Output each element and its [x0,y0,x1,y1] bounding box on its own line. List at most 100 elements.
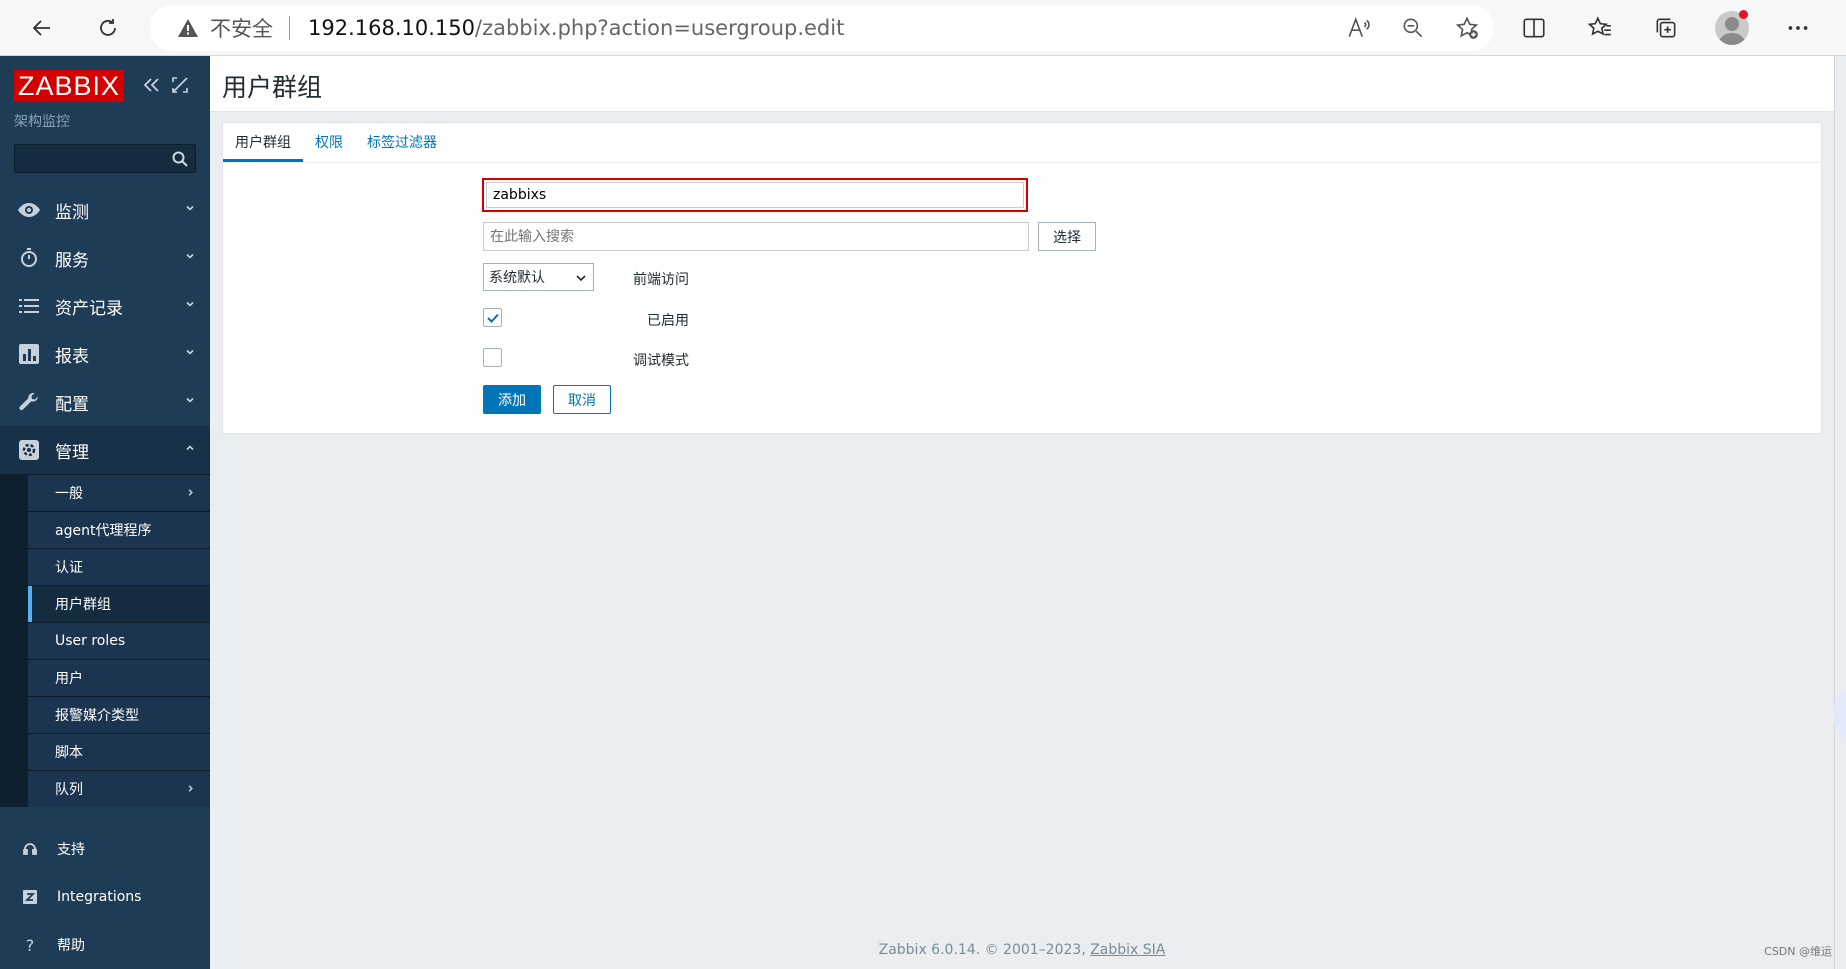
menu-item-reports[interactable]: 报表 [0,330,210,378]
help-icon: ? [25,935,35,955]
url-path: /zabbix.php?action=usergroup.edit [475,16,845,40]
bar-chart-icon [15,343,43,365]
zabbix-logo[interactable]: ZABBIX [14,70,125,102]
split-screen-icon[interactable] [1516,10,1552,46]
menu-item-configuration[interactable]: 配置 [0,378,210,426]
submenu-label: 一般 [55,486,83,502]
form-buttons-row: 添加 取消 [223,385,1821,415]
users-row: 用户 选择 [223,222,1821,252]
menu-label: Integrations [57,889,142,905]
collapse-sidebar-icon[interactable] [143,76,161,94]
address-divider [289,16,290,40]
tab-user-group[interactable]: 用户群组 [223,122,303,162]
sidebar-search[interactable] [14,144,196,173]
footer: Zabbix 6.0.14. © 2001–2023, Zabbix SIA [210,942,1834,958]
eye-icon [15,199,43,221]
sidebar-search-input[interactable] [15,145,165,172]
list-icon [15,295,43,317]
kiosk-mode-icon[interactable] [171,76,189,94]
group-name-row: *组名 [223,178,1821,212]
browser-toolbar: 不安全 192.168.10.150/zabbix.php?action=use… [0,0,1846,56]
menu-item-support[interactable]: 支持 [0,825,210,873]
read-aloud-icon[interactable] [1346,15,1372,41]
submenu-item-scripts[interactable]: 脚本 [28,733,210,770]
submenu-item-general[interactable]: 一般 [28,474,210,511]
url-host: 192.168.10.150 [308,16,475,40]
submenu-label: 脚本 [55,745,83,761]
page-header: 用户群组 [210,56,1834,112]
cancel-button[interactable]: 取消 [553,385,611,414]
chevron-down-icon [186,397,194,403]
add-button[interactable]: 添加 [483,385,541,414]
submenu-item-queue[interactable]: 队列 [28,770,210,807]
frontend-access-select[interactable]: 系统默认 [483,263,594,291]
submenu-item-users[interactable]: 用户 [28,659,210,696]
submenu-label: 认证 [55,560,83,576]
sidebar-subtitle: 架构监控 [14,114,70,130]
menu-item-integrations[interactable]: Integrations [0,873,210,921]
administration-submenu: 一般 agent代理程序 认证 用户群组 User roles 用户 报警媒介类… [0,474,210,807]
frontend-access-row: 前端访问 系统默认 [223,263,1821,293]
chevron-down-icon [576,275,586,282]
menu-label: 服务 [55,250,89,271]
menu-label: 管理 [55,442,89,463]
users-search-input[interactable] [483,222,1029,251]
menu-label: 支持 [57,842,85,858]
tab-permissions[interactable]: 权限 [303,122,355,162]
debug-mode-checkbox[interactable] [483,348,502,367]
menu-item-monitoring[interactable]: 监测 [0,186,210,234]
add-favorite-icon[interactable] [1454,15,1480,41]
menu-label: 报表 [55,346,89,367]
menu-label: 配置 [55,394,89,415]
wrench-icon [15,391,43,413]
gear-icon [15,439,43,461]
checkmark-icon [486,313,499,323]
menu-item-services[interactable]: 服务 [0,234,210,282]
search-icon[interactable] [171,150,189,168]
favorites-icon[interactable] [1582,10,1618,46]
select-users-button[interactable]: 选择 [1038,222,1096,251]
submenu-label: 报警媒介类型 [55,708,139,724]
form-panel: 用户群组 权限 标签过滤器 *组名 用户 选择 前端访问 系统默认 已启用 调试… [222,122,1822,434]
submenu-item-proxies[interactable]: agent代理程序 [28,511,210,548]
profile-avatar[interactable] [1714,10,1750,46]
chevron-down-icon [186,253,194,259]
submenu-label: 队列 [55,782,83,798]
submenu-label: 用户群组 [55,597,111,613]
tab-tag-filter[interactable]: 标签过滤器 [355,122,449,162]
submenu-label: agent代理程序 [55,523,152,539]
submenu-item-user-groups[interactable]: 用户群组 [28,585,210,622]
submenu-item-user-roles[interactable]: User roles [28,622,210,659]
footer-link[interactable]: Zabbix SIA [1090,942,1165,958]
debug-mode-row: 调试模式 [223,344,1821,374]
submenu-label: 用户 [55,671,83,687]
more-icon[interactable] [1780,10,1816,46]
insecure-label: 不安全 [210,17,273,41]
address-bar[interactable]: 不安全 192.168.10.150/zabbix.php?action=use… [150,5,1494,51]
group-name-input[interactable] [486,182,1024,208]
group-name-field[interactable] [482,178,1028,212]
submenu-item-media-types[interactable]: 报警媒介类型 [28,696,210,733]
refresh-icon[interactable] [90,10,126,46]
menu-label: 资产记录 [55,298,123,319]
frontend-access-value: 系统默认 [489,270,545,286]
collections-icon[interactable] [1648,10,1684,46]
headset-icon [19,841,41,857]
menu-item-help[interactable]: ? 帮助 [0,921,210,969]
enabled-checkbox[interactable] [483,308,502,327]
menu-item-inventory[interactable]: 资产记录 [0,282,210,330]
warning-icon [178,19,198,37]
back-arrow-icon[interactable] [24,10,60,46]
stopwatch-icon [15,247,43,269]
chevron-right-icon [188,785,193,792]
enabled-row: 已启用 [223,304,1821,334]
chevron-up-icon [186,445,194,451]
submenu-item-authentication[interactable]: 认证 [28,548,210,585]
integrations-icon [19,889,41,905]
menu-label: 帮助 [57,938,85,954]
zoom-out-icon[interactable] [1400,15,1426,41]
debug-mode-label: 调试模式 [633,353,689,369]
chevron-right-icon [188,489,193,496]
chevron-down-icon [186,301,194,307]
menu-item-administration[interactable]: 管理 [0,426,210,474]
